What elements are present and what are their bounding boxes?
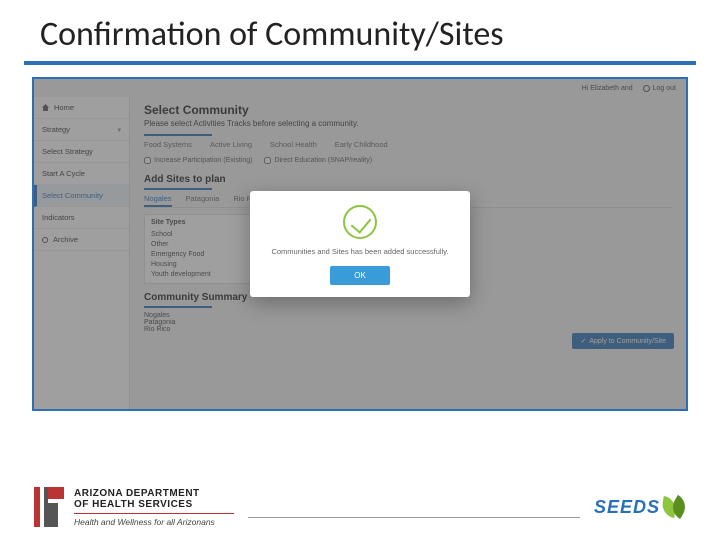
azdhs-logo: ARIZONA DEPARTMENT OF HEALTH SERVICES He…: [34, 487, 234, 527]
azdhs-mark-icon: [34, 487, 64, 527]
success-modal: Communities and Sites has been added suc…: [250, 191, 470, 297]
app-window: Hi Elizabeth and Log out Home Strategy ▾…: [34, 79, 686, 409]
title-underline: [24, 61, 696, 65]
dept-tagline: Health and Wellness for all Arizonans: [74, 517, 234, 527]
slide-title: Confirmation of Community/Sites: [0, 0, 720, 61]
footer-divider: [248, 517, 580, 518]
dept-name-line1: ARIZONA DEPARTMENT: [74, 488, 234, 499]
screenshot-frame: Hi Elizabeth and Log out Home Strategy ▾…: [32, 77, 688, 411]
dept-name-line2: OF HEALTH SERVICES: [74, 499, 234, 510]
modal-message: Communities and Sites has been added suc…: [264, 247, 456, 256]
seeds-logo: SEEDS: [594, 497, 686, 518]
dept-divider: [74, 513, 234, 514]
ok-button[interactable]: OK: [330, 266, 390, 285]
seeds-wordmark: SEEDS: [594, 497, 660, 518]
slide-footer: ARIZONA DEPARTMENT OF HEALTH SERVICES He…: [0, 474, 720, 540]
success-check-icon: [343, 205, 377, 239]
